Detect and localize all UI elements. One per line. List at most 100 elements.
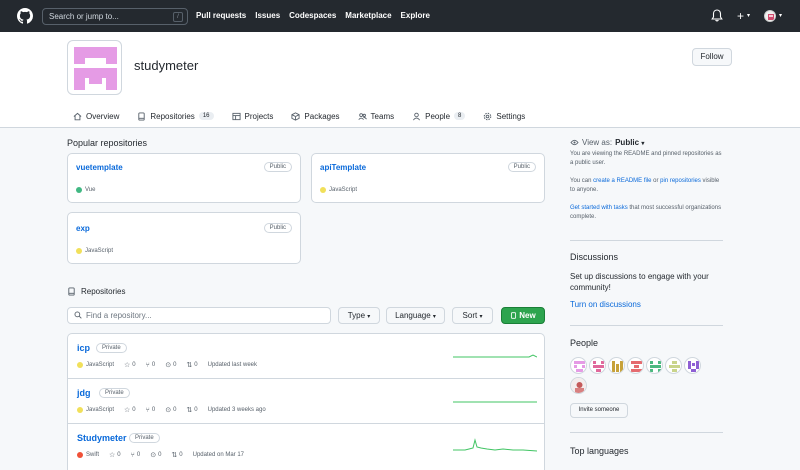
updated-time: Updated 3 weeks ago — [208, 407, 266, 413]
tab-overview[interactable]: Overview — [67, 106, 126, 131]
new-repository-button[interactable]: New — [501, 307, 545, 324]
repo-icon — [511, 312, 517, 319]
tab-teams[interactable]: Teams — [352, 106, 401, 126]
bell-icon[interactable] — [711, 9, 723, 22]
visibility-badge: Private — [99, 388, 130, 398]
prs-count[interactable]: ⇅ 0 — [186, 406, 197, 414]
stars-count[interactable]: ☆ 0 — [124, 406, 136, 414]
language-name: JavaScript — [86, 407, 115, 413]
issues-value: 0 — [158, 452, 162, 458]
avatar[interactable] — [665, 357, 682, 374]
issues-count[interactable]: ⊙ 0 — [150, 451, 161, 459]
language-filter-button[interactable]: Language ▾ — [386, 307, 445, 324]
visibility-badge: Public — [507, 162, 536, 172]
nav-codespaces[interactable]: Codespaces — [289, 11, 336, 20]
view-as-row: View as: Public ▾ — [570, 138, 725, 147]
pinned-repo-link[interactable]: vuetemplate — [76, 163, 123, 172]
issue-icon: ⊙ — [165, 362, 172, 369]
pin-repositories-link[interactable]: pin repositories — [660, 178, 701, 184]
stars-count[interactable]: ☆ 0 — [109, 451, 121, 459]
tab-packages[interactable]: Packages — [285, 106, 345, 126]
sort-button[interactable]: Sort ▾ — [452, 307, 493, 324]
repo-language: Vue — [76, 187, 95, 193]
table-icon — [231, 112, 241, 120]
avatar[interactable] — [627, 357, 644, 374]
readme-prefix: You can — [570, 178, 594, 184]
chevron-down-icon: ▾ — [367, 314, 371, 320]
tab-repositories[interactable]: Repositories 16 — [131, 106, 219, 126]
prs-value: 0 — [194, 407, 198, 413]
fork-icon: ⑂ — [145, 406, 150, 414]
tab-people[interactable]: People 8 — [406, 106, 471, 126]
table-row: Studymeter Private Swift ☆ 0 ⑂ 0 ⊙ 0 ⇅ 0 Upd… — [68, 424, 544, 470]
nav-explore[interactable]: Explore — [401, 11, 430, 20]
type-filter-button[interactable]: Type ▾ — [338, 307, 380, 324]
nav-pull-requests[interactable]: Pull requests — [196, 11, 246, 20]
gear-icon — [484, 112, 492, 120]
follow-button[interactable]: Follow — [692, 48, 732, 66]
global-search-input[interactable]: Search or jump to... / — [42, 8, 188, 25]
repositories-heading: Repositories — [67, 287, 125, 296]
nav-issues[interactable]: Issues — [255, 11, 280, 20]
prs-count[interactable]: ⇅ 0 — [171, 451, 182, 459]
github-logo-icon[interactable] — [17, 8, 33, 24]
pull-request-icon: ⇅ — [171, 452, 178, 459]
nav-marketplace[interactable]: Marketplace — [345, 11, 391, 20]
create-readme-link[interactable]: create a README file — [593, 178, 651, 184]
turn-on-discussions-link[interactable]: Turn on discussions — [570, 300, 641, 309]
prs-count[interactable]: ⇅ 0 — [186, 361, 197, 369]
repo-link[interactable]: jdg — [77, 388, 91, 398]
language-name: JavaScript — [85, 248, 114, 254]
visibility-badge: Private — [96, 343, 127, 353]
sidebar-divider — [570, 432, 723, 433]
get-started-tasks-link[interactable]: Get started with tasks — [570, 205, 628, 211]
top-languages-title: Top languages — [570, 446, 629, 456]
issues-count[interactable]: ⊙ 0 — [165, 361, 176, 369]
repo-link[interactable]: icp — [77, 343, 90, 353]
tab-label: Projects — [244, 111, 274, 121]
global-nav: Pull requests Issues Codespaces Marketpl… — [196, 11, 430, 20]
fork-icon: ⑂ — [130, 451, 135, 459]
repo-meta: JavaScript ☆ 0 ⑂ 0 ⊙ 0 ⇅ 0 Updated last week — [77, 361, 267, 369]
tab-settings[interactable]: Settings — [477, 106, 531, 126]
avatar[interactable] — [570, 377, 587, 394]
invite-someone-button[interactable]: Invite someone — [570, 403, 628, 418]
repo-icon — [68, 287, 75, 296]
prs-value: 0 — [194, 362, 198, 368]
forks-count[interactable]: ⑂ 0 — [146, 407, 156, 414]
issues-count[interactable]: ⊙ 0 — [165, 406, 176, 414]
forks-count[interactable]: ⑂ 0 — [146, 362, 156, 369]
avatar[interactable] — [570, 357, 587, 374]
updated-text: Updated last week — [207, 362, 257, 368]
language-name: JavaScript — [86, 362, 115, 368]
chevron-down-icon: ▾ — [432, 314, 436, 320]
pull-request-icon: ⇅ — [186, 362, 193, 369]
stars-count[interactable]: ☆ 0 — [124, 361, 136, 369]
plus-icon: + — [736, 8, 744, 23]
create-new-menu[interactable]: + ▾ — [737, 10, 750, 22]
avatar[interactable] — [589, 357, 606, 374]
find-repository-input[interactable]: Find a repository... — [67, 307, 331, 324]
pinned-repo-link[interactable]: apiTemplate — [320, 163, 366, 172]
avatar[interactable] — [684, 357, 701, 374]
repo-count-badge: 16 — [198, 112, 214, 120]
visibility-badge: Public — [263, 162, 292, 172]
user-menu[interactable]: ▾ — [763, 9, 782, 22]
view-as-dropdown[interactable]: Public ▾ — [615, 138, 644, 147]
repo-icon — [138, 111, 145, 121]
chevron-down-icon: ▾ — [479, 314, 483, 320]
pinned-repo-link[interactable]: exp — [76, 224, 90, 233]
avatar[interactable] — [646, 357, 663, 374]
updated-time: Updated last week — [208, 362, 257, 368]
button-label: Type — [347, 311, 366, 320]
tab-projects[interactable]: Projects — [226, 106, 280, 126]
avatar[interactable] — [608, 357, 625, 374]
issues-value: 0 — [173, 362, 177, 368]
tab-label: Overview — [86, 111, 120, 121]
star-icon: ☆ — [124, 362, 131, 369]
forks-count[interactable]: ⑂ 0 — [131, 452, 141, 459]
language-color-dot — [76, 248, 82, 254]
button-label: Sort — [462, 311, 478, 320]
repo-link[interactable]: Studymeter — [77, 433, 127, 443]
pull-request-icon: ⇅ — [186, 407, 193, 414]
